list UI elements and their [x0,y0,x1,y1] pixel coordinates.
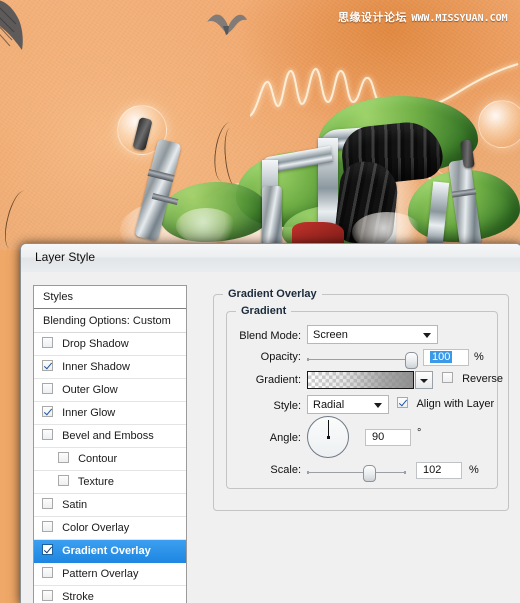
bird-silhouette [0,0,23,50]
align-with-layer-row[interactable]: Align with Layer [397,397,494,410]
style-label-drop-shadow: Drop Shadow [62,338,129,350]
glow-orb [478,100,520,148]
gradient-picker-button[interactable] [415,371,433,389]
style-label-bevel-and-emboss: Bevel and Emboss [62,430,154,442]
styles-list-panel[interactable]: Styles Blending Options: Custom Drop Sha… [33,285,187,603]
scale-label: Scale: [270,464,301,476]
bevel-and-emboss-checkbox[interactable] [42,429,53,440]
gradient-groupbox: Gradient Blend Mode: Screen Opacity: 100 [226,305,503,489]
angle-dial[interactable] [307,416,349,458]
watermark: 思缘设计论坛 WWW.MISSYUAN.COM [338,9,508,25]
drop-shadow-checkbox[interactable] [42,337,53,348]
reverse-label: Reverse [462,373,504,385]
gradient-overlay-checkbox[interactable] [42,544,53,555]
inner-shadow-checkbox[interactable] [42,360,53,371]
chevron-down-icon [423,333,431,338]
bird-silhouette [207,14,247,35]
style-row-pattern-overlay[interactable]: Pattern Overlay [34,563,186,586]
reverse-checkbox[interactable] [442,372,453,383]
satin-checkbox[interactable] [42,498,53,509]
style-label-texture: Texture [77,476,114,488]
gradient-style-select[interactable]: Radial [307,395,389,414]
scale-value: 102 [423,464,442,476]
style-row-bevel-and-emboss[interactable]: Bevel and Emboss [34,425,186,448]
style-label-color-overlay: Color Overlay [62,522,130,534]
align-with-layer-label: Align with Layer [416,398,495,410]
style-row-inner-shadow[interactable]: Inner Shadow [34,356,186,379]
dialog-body: Styles Blending Options: Custom Drop Sha… [21,272,520,603]
outer-glow-checkbox[interactable] [42,383,53,394]
dialog-title: Layer Style [35,250,96,264]
styles-header-label: Styles [43,291,73,303]
angle-label: Angle: [269,432,301,444]
angle-value: 90 [372,431,385,443]
stroke-checkbox[interactable] [42,590,53,601]
blending-options-row[interactable]: Blending Options: Custom [34,309,186,333]
style-row-gradient-overlay[interactable]: Gradient Overlay [34,540,186,563]
style-label: Style: [273,400,301,412]
gradient-overlay-settings: Gradient Overlay Gradient Blend Mode: Sc… [201,285,509,603]
style-label-inner-glow: Inner Glow [62,407,116,419]
watermark-chinese: 思缘设计论坛 [338,11,407,24]
opacity-input[interactable]: 100 [423,349,469,366]
style-row-satin[interactable]: Satin [34,494,186,517]
dialog-titlebar[interactable]: Layer Style [21,244,520,272]
style-row-stroke[interactable]: Stroke [34,586,186,603]
style-row-contour[interactable]: Contour [34,448,186,471]
chevron-down-icon [420,379,428,383]
style-row-texture[interactable]: Texture [34,471,186,494]
style-row-drop-shadow[interactable]: Drop Shadow [34,333,186,356]
style-label-stroke: Stroke [62,591,94,603]
angle-dial-hub [326,435,330,439]
opacity-value: 100 [430,351,453,363]
gradient-label: Gradient: [255,374,301,386]
scale-slider-track[interactable] [307,471,406,474]
gradient-overlay-legend: Gradient Overlay [223,288,322,300]
pattern-overlay-checkbox[interactable] [42,567,53,578]
style-label-gradient-overlay: Gradient Overlay [62,545,151,557]
opacity-slider-thumb[interactable] [405,352,418,369]
opacity-label: Opacity: [260,351,301,363]
style-label-outer-glow: Outer Glow [62,384,118,396]
texture-checkbox[interactable] [58,475,69,486]
spark-plug [262,186,282,244]
style-row-outer-glow[interactable]: Outer Glow [34,379,186,402]
blend-mode-select[interactable]: Screen [307,325,438,344]
gradient-legend: Gradient [236,305,292,317]
blend-mode-label: Blend Mode: [239,330,301,342]
scale-slider-thumb[interactable] [363,465,376,482]
gradient-style-value: Radial [313,399,345,411]
style-row-inner-glow[interactable]: Inner Glow [34,402,186,425]
angle-unit: ° [417,427,422,439]
angle-input[interactable]: 90 [365,429,411,446]
blend-mode-value: Screen [313,329,348,341]
screenshot-root: 思缘设计论坛 WWW.MISSYUAN.COM Layer Style Styl… [0,0,520,603]
gradient-overlay-groupbox: Gradient Overlay Gradient Blend Mode: Sc… [213,288,509,511]
chevron-down-icon [374,403,382,408]
layer-style-dialog[interactable]: Layer Style Styles Blending Options: Cus… [20,243,520,603]
blending-options-label: Blending Options: Custom [43,315,171,327]
steam-plume [176,208,236,244]
style-label-inner-shadow: Inner Shadow [62,361,130,373]
contour-checkbox[interactable] [58,452,69,463]
style-row-color-overlay[interactable]: Color Overlay [34,517,186,540]
style-label-satin: Satin [62,499,88,511]
align-with-layer-checkbox[interactable] [397,397,408,408]
scale-input[interactable]: 102 [416,462,462,479]
style-label-contour: Contour [78,453,118,465]
scale-unit: % [469,464,479,476]
style-label-pattern-overlay: Pattern Overlay [62,568,139,580]
styles-list-header[interactable]: Styles [34,286,186,309]
inner-glow-checkbox[interactable] [42,406,53,417]
opacity-unit: % [474,351,484,363]
color-overlay-checkbox[interactable] [42,521,53,532]
watermark-url: WWW.MISSYUAN.COM [411,13,508,24]
gradient-preview-swatch[interactable] [307,371,414,389]
reverse-checkbox-row[interactable]: Reverse [442,372,503,385]
opacity-slider-track[interactable] [307,358,415,361]
